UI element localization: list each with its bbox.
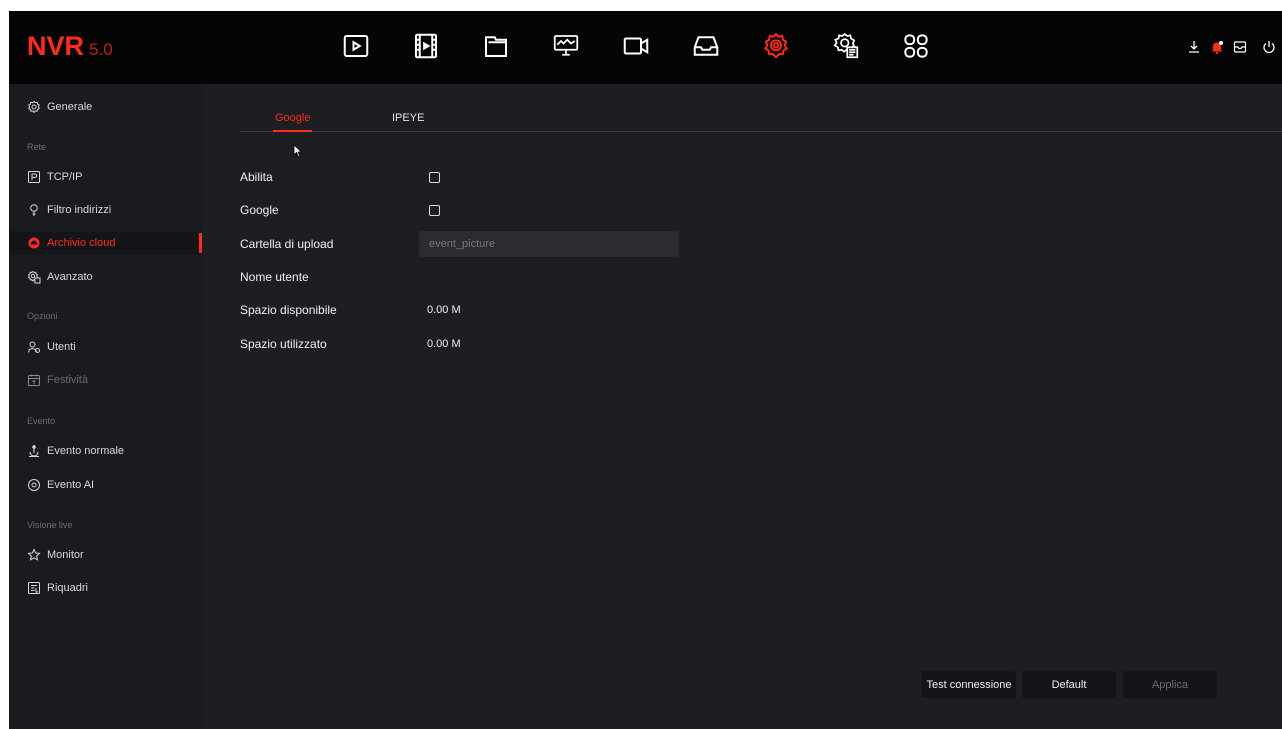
- calendar-icon: [27, 373, 41, 387]
- logo: NVR 5.0: [27, 31, 113, 65]
- default-button[interactable]: Default: [1022, 671, 1116, 698]
- alarm-icon[interactable]: [1207, 37, 1227, 57]
- sidebar-item-label: Evento normale: [47, 445, 125, 457]
- star-icon: [27, 548, 41, 562]
- sidebar-item-label: Utenti: [47, 341, 76, 353]
- power-icon[interactable]: [1259, 37, 1279, 57]
- download-icon[interactable]: [1184, 37, 1204, 57]
- sidebar-item-label: Filtro indirizzi: [47, 204, 112, 216]
- mouse-cursor-icon: [293, 144, 303, 158]
- tab-bar: Google IPEYE: [240, 104, 1282, 132]
- sidebar-item-tcpip[interactable]: TCP/IP: [9, 165, 202, 189]
- general-settings-icon: [27, 100, 41, 114]
- sidebar-item-label: Generale: [47, 101, 93, 113]
- sidebar-item-label: Evento AI: [47, 479, 95, 491]
- event-icon: [27, 444, 41, 458]
- video-clip-icon[interactable]: [409, 29, 443, 63]
- sidebar-item-avanzato[interactable]: Avanzato: [9, 265, 202, 289]
- upload-folder-input[interactable]: event_picture: [419, 231, 679, 257]
- sidebar-item-label: Riquadri: [47, 582, 88, 594]
- users-icon: [27, 340, 41, 354]
- test-connection-button[interactable]: Test connessione: [922, 671, 1016, 698]
- abilita-label: Abilita: [240, 170, 273, 184]
- advanced-icon: [27, 270, 41, 284]
- section-visione-live: Visione live: [27, 520, 73, 530]
- apps-grid-icon[interactable]: [899, 29, 933, 63]
- sidebar-item-generale[interactable]: Generale: [9, 95, 202, 119]
- sidebar-item-label: Monitor: [47, 549, 84, 561]
- sidebar-item-evento-normale[interactable]: Evento normale: [9, 439, 202, 463]
- app-window: NVR 5.0 Generale Rete TCP/IP Filtro indi…: [9, 11, 1282, 729]
- sidebar-item-monitor[interactable]: Monitor: [9, 543, 202, 567]
- camera-icon[interactable]: [619, 29, 653, 63]
- sidebar-item-evento-ai[interactable]: Evento AI: [9, 473, 202, 497]
- sidebar-item-label: TCP/IP: [47, 171, 83, 183]
- brand-name: NVR: [27, 31, 85, 61]
- username-label: Nome utente: [240, 270, 309, 284]
- system-settings-icon[interactable]: [829, 29, 863, 63]
- files-icon[interactable]: [479, 29, 513, 63]
- filter-icon: [27, 203, 41, 217]
- message-icon[interactable]: [1230, 37, 1250, 57]
- section-evento: Evento: [27, 416, 56, 426]
- settings-icon[interactable]: [759, 29, 793, 63]
- google-checkbox[interactable]: [429, 205, 440, 216]
- section-rete: Rete: [27, 142, 47, 152]
- used-space-value: 0.00 M: [427, 338, 461, 350]
- sidebar-item-label: Avanzato: [47, 271, 93, 283]
- section-opzioni: Opzioni: [27, 311, 58, 321]
- layout-icon: [27, 581, 41, 595]
- tab-ipeye[interactable]: IPEYE: [392, 112, 424, 124]
- brand-version: 5.0: [89, 40, 113, 59]
- main-panel: Google IPEYE Abilita Google Cartella di …: [202, 84, 1282, 729]
- storage-icon[interactable]: [689, 29, 723, 63]
- sidebar-item-label: Festività: [47, 374, 88, 386]
- available-space-label: Spazio disponibile: [240, 303, 337, 317]
- ai-event-icon: [27, 478, 41, 492]
- monitor-icon[interactable]: [549, 29, 583, 63]
- top-bar: NVR 5.0: [9, 11, 1282, 84]
- apply-button[interactable]: Applica: [1123, 671, 1217, 698]
- p-box-icon: [27, 170, 41, 184]
- tab-google[interactable]: Google: [272, 112, 314, 132]
- sidebar-item-utenti[interactable]: Utenti: [9, 335, 202, 359]
- upload-folder-label: Cartella di upload: [240, 237, 334, 251]
- playback-icon[interactable]: [339, 29, 373, 63]
- sidebar-item-archivio-cloud[interactable]: Archivio cloud: [9, 231, 202, 255]
- available-space-value: 0.00 M: [427, 304, 461, 316]
- sidebar-item-label: Archivio cloud: [47, 237, 116, 249]
- google-label: Google: [240, 203, 279, 217]
- sidebar-item-festivita[interactable]: Festività: [9, 368, 202, 392]
- used-space-label: Spazio utilizzato: [240, 337, 327, 351]
- sidebar-item-filtro-indirizzi[interactable]: Filtro indirizzi: [9, 198, 202, 222]
- cloud-icon: [27, 236, 41, 250]
- abilita-checkbox[interactable]: [429, 172, 440, 183]
- sidebar-item-riquadri[interactable]: Riquadri: [9, 576, 202, 600]
- sidebar: Generale Rete TCP/IP Filtro indirizzi Ar…: [9, 84, 202, 729]
